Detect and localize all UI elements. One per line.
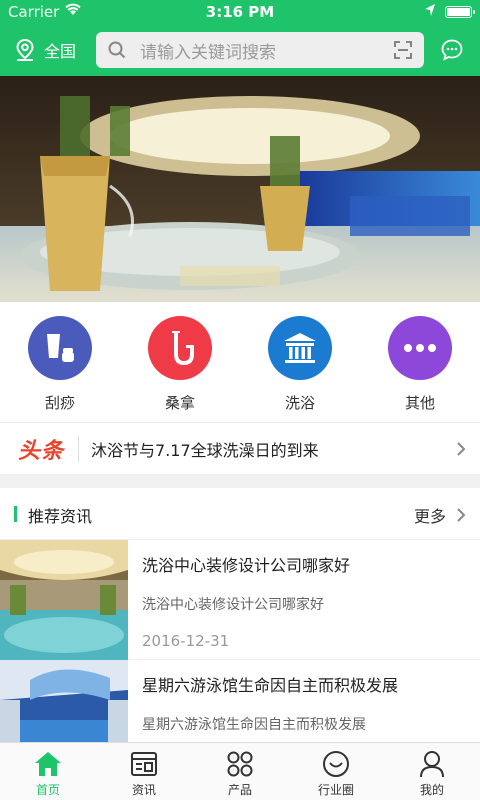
battery-icon [445,6,475,18]
location-pin-icon [16,38,34,61]
tab-label: 产品 [227,783,252,797]
headline-logo: 头条 [18,438,65,464]
section-divider [0,474,480,488]
search-input[interactable]: 请输入关键词搜索 [140,38,394,63]
category-sauna[interactable]: 桑拿 [130,316,230,413]
news-title: 洗浴中心装修设计公司哪家好 [142,556,351,575]
category-other[interactable]: 其他 [370,316,470,413]
tab-industry[interactable]: 行业圈 [288,749,384,798]
category-gua-sha[interactable]: 刮痧 [10,316,110,413]
recommended-news-header: 推荐资讯 更多 [0,488,480,540]
status-time: 3:16 PM [205,3,275,21]
category-label: 桑拿 [164,394,195,412]
grid-icon [192,749,288,779]
news-icon [96,749,192,779]
message-icon[interactable] [440,38,464,62]
chevron-right-icon [457,508,466,522]
news-thumbnail [0,540,128,660]
news-title: 星期六游泳馆生命因自主而积极发展 [142,676,399,695]
divider [78,435,80,462]
headline-text[interactable]: 沐浴节与7.17全球洗澡日的到来 [91,437,456,461]
more-dots-icon [388,316,452,380]
home-icon [0,749,96,779]
category-row: 刮痧 桑拿 洗浴 其他 [0,302,480,422]
news-summary: 星期六游泳馆生命因自主而积极发展 [142,717,366,733]
tab-profile[interactable]: 我的 [384,749,480,798]
bathhouse-photo [0,76,480,302]
more-button[interactable]: 更多 [414,503,466,527]
tab-label: 我的 [419,783,444,797]
tab-label: 资讯 [131,783,156,797]
category-label: 刮痧 [44,394,75,412]
search-bar[interactable]: 请输入关键词搜索 [96,32,424,68]
news-item[interactable]: 洗浴中心装修设计公司哪家好 洗浴中心装修设计公司哪家好 2016-12-31 [0,540,480,660]
tab-news[interactable]: 资讯 [96,749,192,798]
chevron-right-icon [456,441,466,457]
smile-icon [288,749,384,779]
bottom-tab-bar: 首页 资讯 产品 行业圈 我的 [0,742,480,800]
building-icon [268,316,332,380]
location-button[interactable]: 全国 [14,36,76,64]
status-bar: Carrier 3:16 PM [0,0,480,24]
tab-label: 行业圈 [317,783,354,797]
news-date: 2016-12-31 [142,632,230,650]
location-label: 全国 [44,42,77,61]
news-summary: 洗浴中心装修设计公司哪家好 [142,597,324,613]
tab-label: 首页 [35,783,60,797]
location-arrow-icon [424,3,436,21]
search-icon [108,41,126,59]
section-title: 推荐资讯 [28,507,93,526]
more-label: 更多 [413,507,446,526]
category-label: 其他 [404,394,435,412]
tab-products[interactable]: 产品 [192,749,288,798]
section-accent-bar [14,506,17,522]
saxophone-icon [148,316,212,380]
person-icon [384,749,480,779]
news-item[interactable]: 星期六游泳馆生命因自主而积极发展 星期六游泳馆生命因自主而积极发展 [0,660,480,742]
category-label: 洗浴 [284,394,315,412]
hero-banner[interactable] [0,76,480,302]
news-thumbnail [0,660,128,742]
tab-home[interactable]: 首页 [0,749,96,798]
category-bath[interactable]: 洗浴 [250,316,350,413]
cosmetics-icon [28,316,92,380]
top-bar: Carrier 3:16 PM 全国 请输入关键词搜索 [0,0,480,76]
headline-ticker[interactable]: 头条 沐浴节与7.17全球洗澡日的到来 [0,422,480,474]
scan-icon[interactable] [394,41,412,59]
